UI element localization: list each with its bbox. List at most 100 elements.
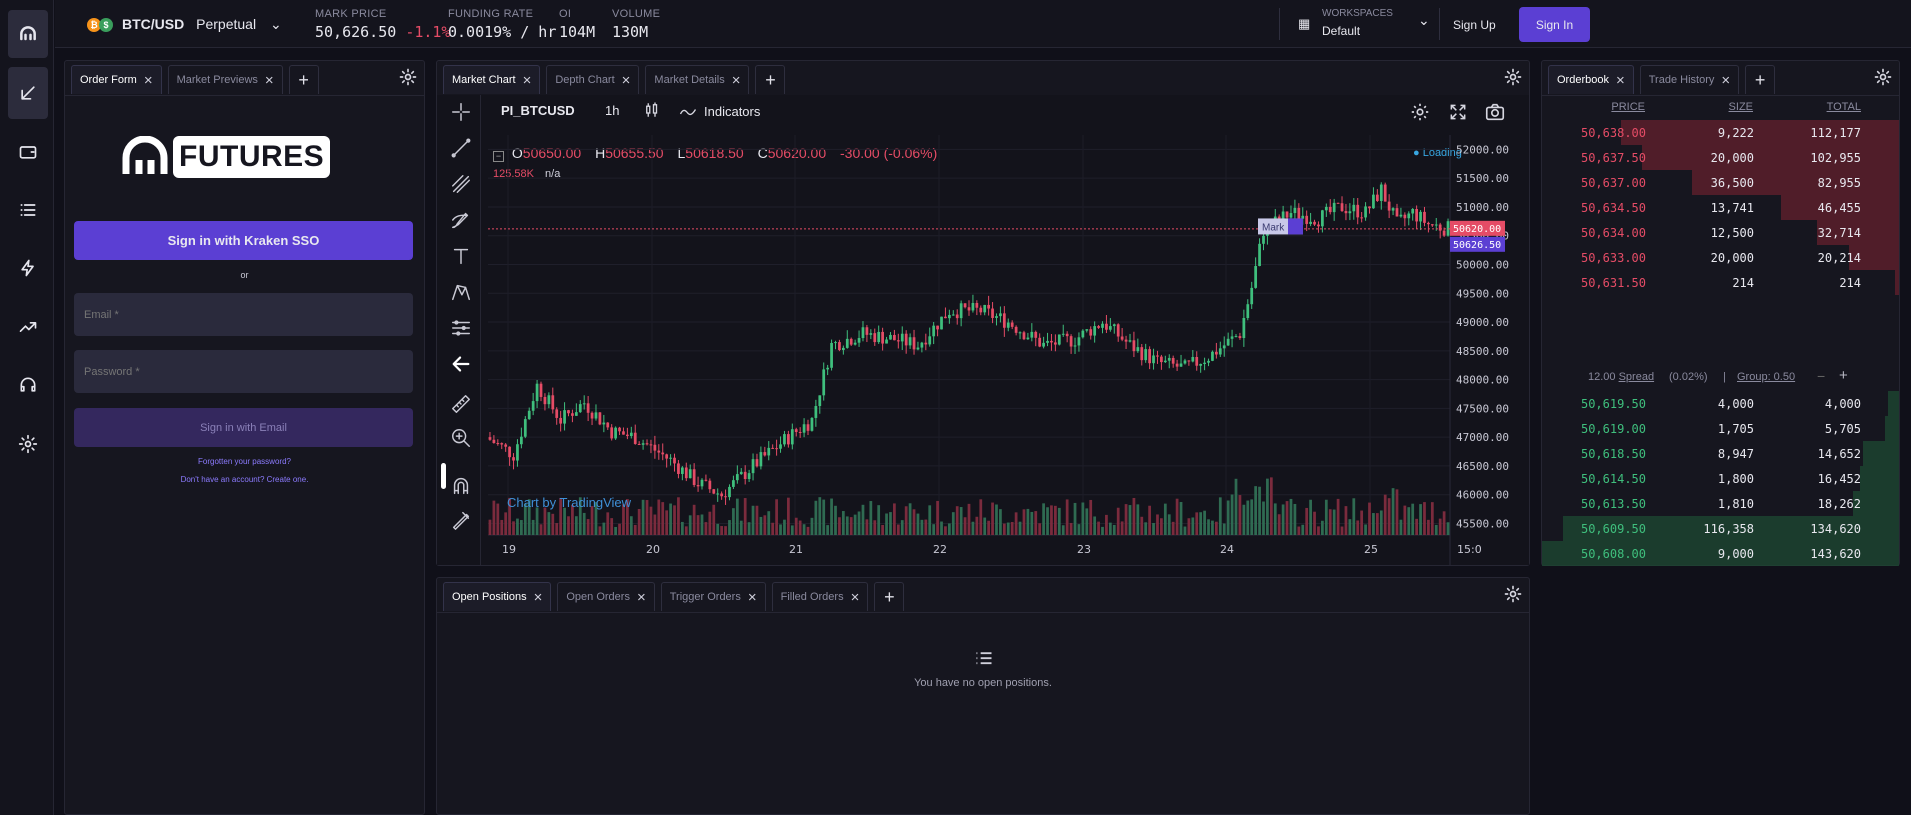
candle-body	[1089, 329, 1093, 336]
tab-open-orders[interactable]: Open Orders ×	[557, 582, 655, 611]
close-icon[interactable]: ×	[732, 73, 741, 88]
create-account-link[interactable]: Don't have an account? Create one.	[65, 475, 424, 484]
fullscreen-icon[interactable]	[1448, 102, 1468, 122]
close-icon[interactable]: ×	[1721, 73, 1730, 88]
zoom-in-icon[interactable]	[448, 425, 474, 451]
volume-bar	[947, 523, 951, 535]
bid-row[interactable]: 50,614.50 1,800 16,452	[1542, 466, 1899, 491]
bid-row[interactable]: 50,618.50 8,947 14,652	[1542, 441, 1899, 466]
size-column-header[interactable]: SIZE	[1729, 101, 1753, 113]
camera-icon[interactable]	[1484, 101, 1506, 123]
group-selector[interactable]: Group: 0.50	[1737, 371, 1795, 383]
crosshair-icon[interactable]	[448, 99, 474, 125]
text-tool-icon[interactable]	[448, 243, 474, 269]
list-icon[interactable]	[8, 186, 48, 234]
group-increase-button[interactable]: +	[1839, 367, 1848, 384]
ask-row[interactable]: 50,634.00 12,500 32,714	[1542, 220, 1899, 245]
password-field[interactable]	[74, 350, 413, 393]
sign-in-email-button[interactable]: Sign in with Email	[74, 408, 413, 447]
volume-bar	[716, 523, 720, 535]
divider	[1439, 8, 1440, 40]
tab-depth-chart[interactable]: Depth Chart ×	[546, 65, 640, 94]
candlestick-chart[interactable]: 52000.0051500.0051000.0050500.0050000.00…	[488, 135, 1529, 565]
price-column-header[interactable]: PRICE	[1611, 101, 1645, 113]
magnet-icon[interactable]	[448, 473, 474, 499]
tab-order-form[interactable]: Order Form ×	[71, 65, 162, 94]
close-icon[interactable]: ×	[523, 73, 532, 88]
brush-icon[interactable]	[448, 207, 474, 233]
close-icon[interactable]: ×	[144, 73, 153, 88]
tab-market-previews[interactable]: Market Previews ×	[167, 65, 283, 94]
trade-icon[interactable]	[8, 67, 48, 119]
close-icon[interactable]: ×	[265, 73, 274, 88]
volume-bar	[1171, 521, 1175, 535]
arrow-left-icon[interactable]	[448, 351, 474, 377]
bid-row[interactable]: 50,613.50 1,810 18,262	[1542, 491, 1899, 516]
volume-bar	[1368, 502, 1371, 535]
pattern-icon[interactable]	[448, 279, 474, 305]
headset-icon[interactable]	[8, 361, 48, 409]
volume-bar	[1387, 498, 1391, 535]
gear-icon[interactable]	[1503, 584, 1523, 604]
channel-icon[interactable]	[448, 171, 474, 197]
ask-row[interactable]: 50,638.00 9,222 112,177	[1542, 120, 1899, 145]
toolbar-scroll-handle[interactable]	[441, 463, 446, 489]
add-tab-button[interactable]: +	[288, 65, 319, 94]
gear-icon[interactable]	[1503, 67, 1523, 87]
forgot-password-link[interactable]: Forgotten your password?	[65, 457, 424, 466]
gear-icon[interactable]	[1873, 67, 1893, 87]
tab-trade-history[interactable]: Trade History ×	[1639, 65, 1740, 94]
total-column-header[interactable]: TOTAL	[1827, 101, 1861, 113]
wallet-icon[interactable]	[8, 128, 48, 176]
ask-row[interactable]: 50,637.50 20,000 102,955	[1542, 145, 1899, 170]
kraken-sso-button[interactable]: Sign in with Kraken SSO	[74, 221, 413, 260]
bid-row[interactable]: 50,608.00 9,000 143,620	[1542, 541, 1899, 566]
pair-selector[interactable]: BTC/USD Perpetual ⌄	[122, 16, 282, 33]
ask-row[interactable]: 50,637.00 36,500 82,955	[1542, 170, 1899, 195]
bid-row[interactable]: 50,609.50 116,358 134,620	[1542, 516, 1899, 541]
tab-market-details[interactable]: Market Details ×	[645, 65, 750, 94]
tab-orderbook[interactable]: Orderbook ×	[1548, 65, 1634, 94]
tab-open-positions[interactable]: Open Positions ×	[443, 582, 552, 611]
close-icon[interactable]: ×	[748, 590, 757, 605]
lock-drawings-icon[interactable]	[448, 507, 474, 533]
tab-market-chart[interactable]: Market Chart ×	[443, 65, 541, 94]
workspace-selector[interactable]: ▦ WORKSPACES Default ⌄	[1298, 6, 1433, 42]
chart-symbol[interactable]: PI_BTCUSD	[501, 103, 575, 118]
gear-icon[interactable]	[398, 67, 418, 87]
close-icon[interactable]: ×	[637, 590, 646, 605]
bid-row[interactable]: 50,619.50 4,000 4,000	[1542, 391, 1899, 416]
add-tab-button[interactable]: +	[874, 582, 905, 611]
bid-row[interactable]: 50,619.00 1,705 5,705	[1542, 416, 1899, 441]
lightning-icon[interactable]	[8, 244, 48, 292]
sign-in-button[interactable]: Sign In	[1519, 7, 1590, 42]
tradingview-watermark[interactable]: Chart by TradingView	[507, 495, 631, 510]
tab-trigger-orders[interactable]: Trigger Orders ×	[660, 582, 766, 611]
close-icon[interactable]: ×	[851, 590, 860, 605]
ask-row[interactable]: 50,631.50 214 214	[1542, 270, 1899, 295]
ask-row[interactable]: 50,634.50 13,741 46,455	[1542, 195, 1899, 220]
chart-up-icon[interactable]	[8, 303, 48, 351]
add-tab-button[interactable]: +	[755, 65, 786, 94]
candle-body	[1399, 214, 1403, 217]
sign-up-link[interactable]: Sign Up	[1453, 18, 1496, 32]
chart-interval[interactable]: 1h	[605, 103, 619, 118]
close-icon[interactable]: ×	[622, 73, 631, 88]
close-icon[interactable]: ×	[534, 590, 543, 605]
chart-settings-icon[interactable]	[1409, 101, 1431, 123]
indicators-button[interactable]: Indicators	[677, 101, 760, 121]
ruler-icon[interactable]	[448, 391, 474, 417]
email-field[interactable]	[74, 293, 413, 336]
ask-row[interactable]: 50,633.00 20,000 20,214	[1542, 245, 1899, 270]
tab-filled-orders[interactable]: Filled Orders ×	[771, 582, 869, 611]
candle-type-icon[interactable]	[643, 101, 663, 121]
volume-bar	[1214, 521, 1218, 535]
group-decrease-button[interactable]: −	[1817, 368, 1825, 384]
settings-icon[interactable]	[8, 420, 48, 468]
kraken-home-icon[interactable]	[8, 10, 48, 58]
bid-total: 16,452	[1817, 472, 1861, 486]
close-icon[interactable]: ×	[1616, 73, 1625, 88]
fib-icon[interactable]	[448, 315, 474, 341]
add-tab-button[interactable]: +	[1745, 65, 1776, 94]
trend-line-icon[interactable]	[448, 135, 474, 161]
